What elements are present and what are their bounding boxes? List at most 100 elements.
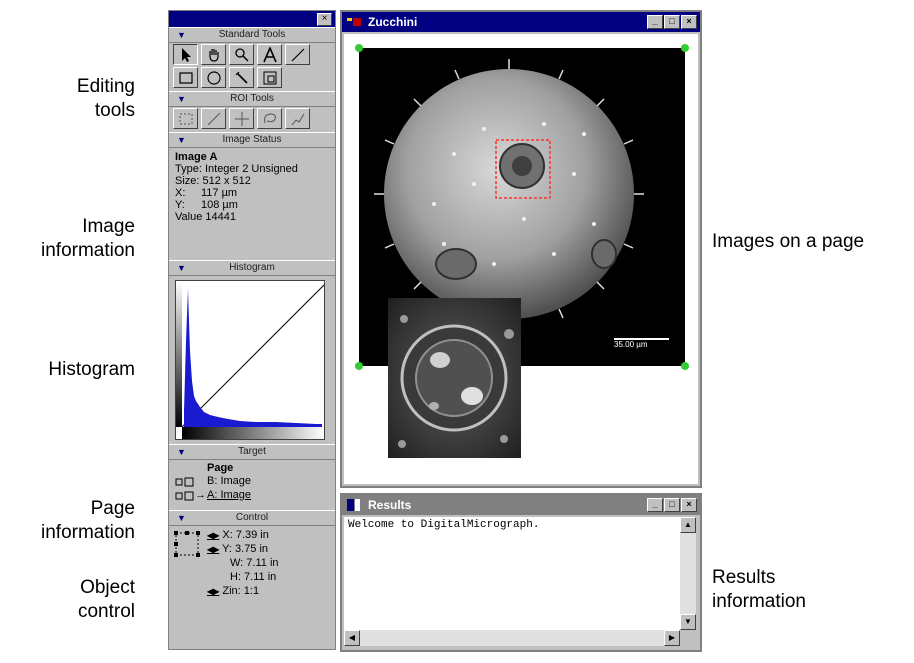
control-panel: ◀▶ X: 7.39 in ◀▶ Y: 3.75 in W: 7.11 in H…: [169, 526, 335, 616]
point-roi-icon: [234, 111, 249, 126]
text-tool[interactable]: [257, 44, 282, 65]
collapse-triangle-icon[interactable]: ▼: [177, 92, 186, 106]
lasso-roi-icon: [263, 112, 276, 123]
lock-icon[interactable]: ◀▶: [207, 531, 219, 540]
image-window-title: Zucchini: [368, 15, 418, 29]
section-histogram[interactable]: ▼ Histogram: [169, 260, 335, 276]
section-standard-tools[interactable]: ▼ Standard Tools: [169, 27, 335, 43]
collapse-triangle-icon[interactable]: ▼: [177, 261, 186, 275]
arrow-icon: [181, 47, 191, 62]
histogram-graphic: [176, 281, 325, 439]
collapse-triangle-icon[interactable]: ▼: [177, 445, 186, 459]
target-a-icon: [175, 491, 195, 504]
control-zin-row[interactable]: ◀▶ Zin: 1:1: [207, 585, 259, 597]
resize-grip[interactable]: [680, 630, 696, 646]
line-tool[interactable]: [285, 44, 310, 65]
pollen-grain: [384, 69, 634, 319]
polyline-roi-icon: [291, 113, 304, 125]
floating-palette: × ▼ Standard Tools ▼ ROI Tools ▼ Image S…: [168, 10, 336, 650]
standard-tools-row-1: [169, 43, 335, 66]
text-icon: [262, 46, 277, 62]
callout-images-on-page: Images on a page: [712, 231, 865, 252]
point-roi-tool[interactable]: [229, 108, 254, 129]
target-b[interactable]: B: Image: [207, 475, 251, 487]
section-roi-tools[interactable]: ▼ ROI Tools: [169, 91, 335, 107]
line-roi-icon: [207, 112, 220, 125]
zoom-tool[interactable]: [229, 44, 254, 65]
vertical-scrollbar[interactable]: ▲ ▼: [680, 517, 696, 630]
control-y-row[interactable]: ◀▶ Y: 3.75 in: [207, 543, 268, 555]
bounds-icon: [174, 531, 200, 557]
scroll-down-arrow-icon[interactable]: ▼: [680, 614, 696, 630]
scroll-left-arrow-icon[interactable]: ◀: [344, 630, 360, 646]
target-a[interactable]: A: Image: [207, 489, 251, 501]
callout-histogram: Histogram: [48, 359, 135, 380]
oval-tool[interactable]: [201, 67, 226, 88]
image-size: Size: 512 x 512: [175, 175, 251, 187]
image-window-icon: [347, 18, 361, 26]
collapse-triangle-icon[interactable]: ▼: [177, 133, 186, 147]
lock-icon[interactable]: ◀▶: [207, 587, 219, 596]
selection-handle[interactable]: [355, 362, 363, 370]
palette-titlebar[interactable]: ×: [169, 11, 335, 27]
crop-icon: [263, 71, 276, 84]
minimize-button[interactable]: _: [647, 498, 663, 512]
results-window: Results _ □ × Welcome to DigitalMicrogra…: [340, 493, 702, 652]
maximize-button[interactable]: □: [664, 15, 680, 29]
target-panel: Page B: Image → A: Image: [169, 460, 335, 510]
rect-roi-tool[interactable]: [173, 108, 198, 129]
line-roi-tool[interactable]: [201, 108, 226, 129]
image-type: Type: Integer 2 Unsigned: [175, 163, 298, 175]
collapse-triangle-icon[interactable]: ▼: [177, 28, 186, 42]
callout-object-control: Object control: [77, 577, 135, 622]
callout-editing-tools: Editing tools: [76, 76, 135, 121]
rect-roi-icon: [179, 113, 192, 124]
close-button[interactable]: ×: [681, 15, 697, 29]
hand-tool[interactable]: [201, 44, 226, 65]
control-h[interactable]: H: 7.11 in: [230, 571, 276, 583]
palette-close-button[interactable]: ×: [317, 13, 332, 26]
page-graphic: [355, 44, 689, 458]
callout-page-information: Page information: [41, 498, 135, 543]
crop-tool[interactable]: [257, 67, 282, 88]
wand-tool[interactable]: [229, 67, 254, 88]
oval-icon: [206, 70, 221, 85]
scroll-up-arrow-icon[interactable]: ▲: [680, 517, 696, 533]
image-window-titlebar[interactable]: Zucchini _ □ ×: [342, 12, 700, 32]
callout-results-information: Results information: [712, 567, 806, 612]
horizontal-scrollbar[interactable]: ◀ ▶: [344, 630, 680, 646]
lasso-roi-tool[interactable]: [257, 108, 282, 129]
target-arrow: →: [195, 489, 206, 501]
control-x-row[interactable]: ◀▶ X: 7.39 in: [207, 529, 269, 541]
arrow-tool[interactable]: [173, 44, 198, 65]
polyline-roi-tool[interactable]: [285, 108, 310, 129]
image-name: Image A: [175, 151, 218, 163]
section-image-status[interactable]: ▼ Image Status: [169, 132, 335, 148]
image-y: Y: 108 µm: [175, 199, 238, 211]
control-w[interactable]: W: 7.11 in: [230, 557, 279, 569]
histogram-plot[interactable]: [175, 280, 325, 440]
section-target[interactable]: ▼ Target: [169, 444, 335, 460]
section-control[interactable]: ▼ Control: [169, 510, 335, 526]
minimize-button[interactable]: _: [647, 15, 663, 29]
close-button[interactable]: ×: [681, 498, 697, 512]
results-text: Welcome to DigitalMicrograph.: [348, 519, 540, 531]
results-window-icon: [347, 499, 360, 511]
image-window: Zucchini _ □ × 35.00 µm: [340, 10, 702, 488]
selection-handle[interactable]: [681, 362, 689, 370]
results-window-titlebar[interactable]: Results _ □ ×: [342, 495, 700, 515]
page-canvas[interactable]: 35.00 µm: [344, 34, 698, 484]
collapse-triangle-icon[interactable]: ▼: [177, 511, 186, 525]
selection-handle[interactable]: [681, 44, 689, 52]
selection-handle[interactable]: [355, 44, 363, 52]
maximize-button[interactable]: □: [664, 498, 680, 512]
results-text-area[interactable]: Welcome to DigitalMicrograph.: [344, 517, 680, 630]
scroll-right-arrow-icon[interactable]: ▶: [664, 630, 680, 646]
standard-tools-row-2: [169, 66, 335, 89]
results-window-title: Results: [368, 498, 412, 512]
lock-icon[interactable]: ◀▶: [207, 545, 219, 554]
image-status-panel: Image A Type: Integer 2 Unsigned Size: 5…: [169, 148, 335, 260]
scale-bar-label: 35.00 µm: [614, 340, 648, 349]
rectangle-icon: [178, 71, 193, 84]
rectangle-tool[interactable]: [173, 67, 198, 88]
